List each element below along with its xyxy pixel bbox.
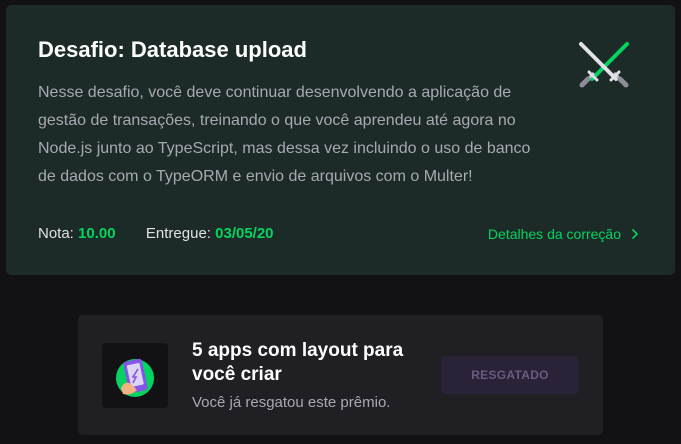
reward-card: 5 apps com layout para você criar Você j… [78, 315, 603, 435]
challenge-title: Desafio: Database upload [38, 37, 307, 62]
details-link-label: Detalhes da correção [487, 226, 621, 242]
challenge-card: Desafio: Database upload Nesse desafio, … [6, 5, 675, 275]
challenge-meta: Nota: 10.00 Entregue: 03/05/20 [38, 225, 274, 242]
redeemed-button[interactable]: RESGATADO [441, 356, 579, 394]
reward-thumbnail [102, 343, 168, 408]
chevron-right-icon [632, 229, 638, 239]
grade-value: 10.00 [78, 225, 116, 242]
delivered-label: Entregue: [145, 225, 211, 242]
delivered-date: 03/05/20 [215, 225, 274, 242]
details-link[interactable]: Detalhes da correção [488, 226, 641, 242]
reward-title: 5 apps com layout para você criar [192, 340, 404, 385]
crossed-swords-icon [579, 42, 629, 88]
reward-subtitle: Você já resgatou este prêmio. [192, 394, 391, 411]
grade-label: Nota: [38, 225, 74, 242]
phone-app-icon [116, 358, 154, 397]
challenge-description: Nesse desafio, você deve continuar desen… [38, 84, 531, 185]
